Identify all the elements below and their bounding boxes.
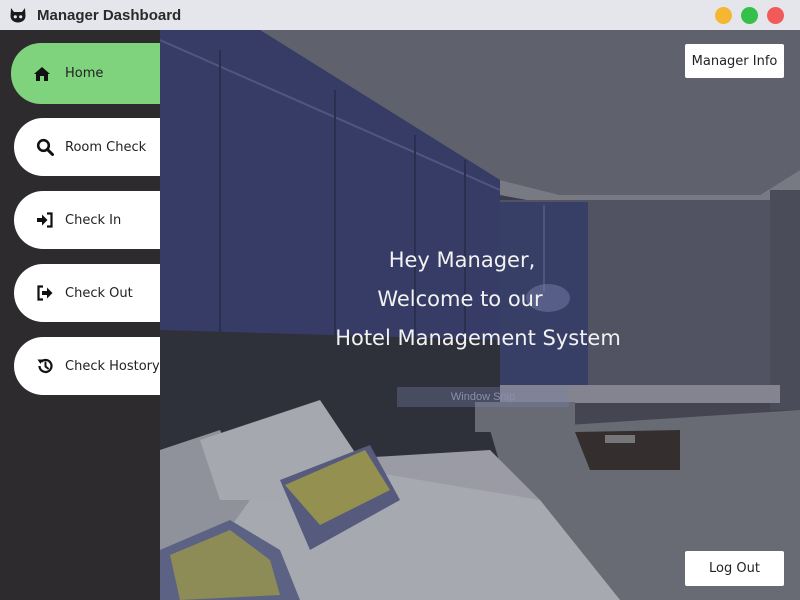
- sidebar-item-label: Home: [65, 66, 104, 81]
- welcome-line-2: Welcome to our: [377, 287, 543, 311]
- welcome-line-3: Hotel Management System: [335, 326, 621, 350]
- sidebar-item-room-check[interactable]: Room Check: [14, 118, 160, 176]
- history-icon: [36, 357, 54, 375]
- welcome-line-1: Hey Manager,: [388, 248, 536, 272]
- logout-button[interactable]: Log Out: [685, 551, 784, 586]
- sidebar-item-home[interactable]: Home: [11, 43, 160, 104]
- sidebar-item-label: Room Check: [65, 139, 147, 155]
- home-icon: [33, 65, 51, 83]
- window-snip-watermark: Window Snip: [397, 387, 569, 407]
- sign-out-icon: [36, 284, 54, 302]
- sidebar-item-label: Check In: [65, 212, 122, 228]
- sidebar-item-check-in[interactable]: Check In: [14, 191, 160, 249]
- manager-info-button[interactable]: Manager Info: [685, 44, 784, 78]
- sidebar-item-label: Check Hostory: [65, 358, 160, 374]
- sidebar-item-check-out[interactable]: Check Out: [14, 264, 160, 322]
- sidebar: Home Room Check Check In Check Out Check…: [0, 30, 160, 600]
- hotel-room-background: [160, 30, 800, 600]
- search-icon: [36, 138, 54, 156]
- window-title: Manager Dashboard: [37, 7, 182, 24]
- sidebar-item-check-history[interactable]: Check Hostory: [14, 337, 160, 395]
- main-content: Hey Manager, Welcome to our Hotel Manage…: [160, 30, 800, 600]
- sidebar-item-label: Check Out: [65, 285, 133, 301]
- title-bar: Manager Dashboard: [0, 0, 800, 30]
- minimize-button[interactable]: [715, 7, 732, 24]
- sign-in-icon: [36, 211, 54, 229]
- close-button[interactable]: [767, 7, 784, 24]
- maximize-button[interactable]: [741, 7, 758, 24]
- cat-icon: [10, 8, 26, 23]
